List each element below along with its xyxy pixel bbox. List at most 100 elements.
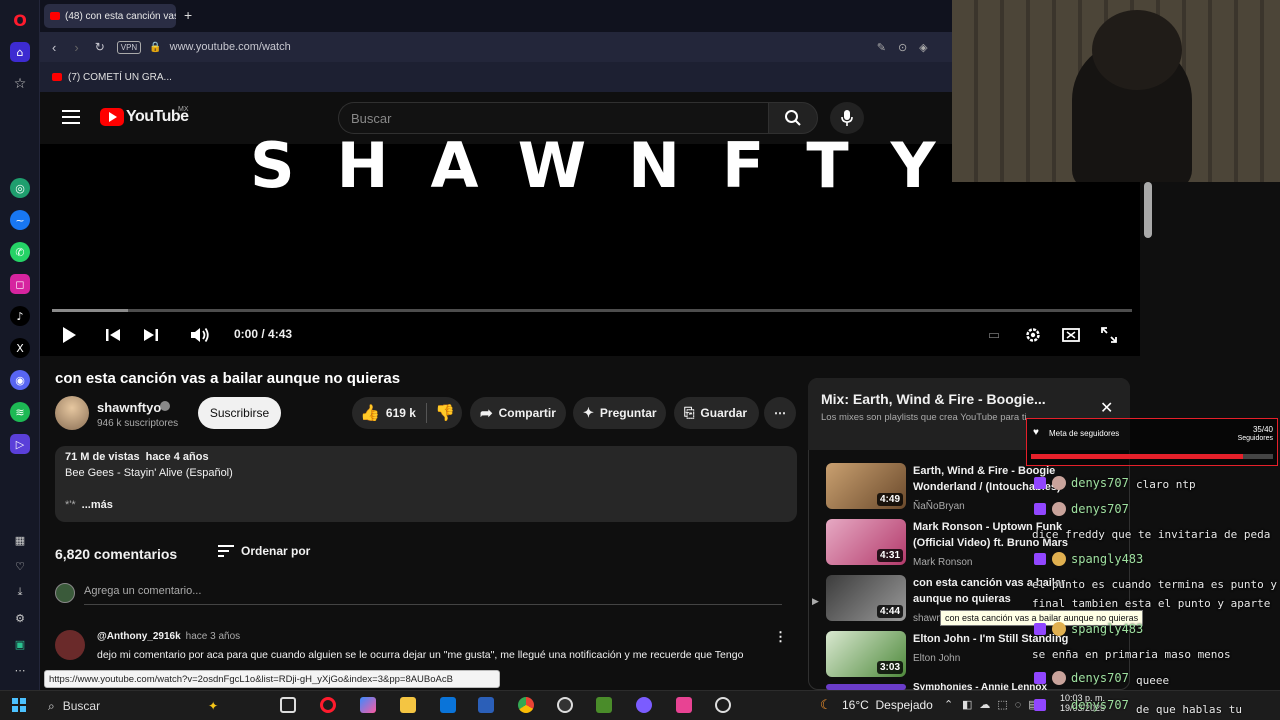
- show-more-link[interactable]: ...más: [82, 499, 113, 511]
- file-explorer-icon[interactable]: [400, 697, 416, 713]
- x-twitter-icon[interactable]: X: [10, 338, 30, 358]
- messenger-icon[interactable]: ~: [10, 210, 30, 230]
- miniplayer-button[interactable]: [1060, 324, 1082, 346]
- sparkle-icon: ✦: [583, 405, 594, 420]
- discord-taskbar-icon[interactable]: [636, 697, 652, 713]
- search-input[interactable]: Buscar: [338, 102, 768, 134]
- chat-avatar: [1052, 476, 1066, 490]
- extension-icon[interactable]: ▣: [10, 634, 30, 654]
- taskbar-search[interactable]: ⌕ Buscar ✦: [40, 692, 240, 720]
- subscribe-button[interactable]: Suscribirse: [198, 397, 281, 429]
- thumbs-down-icon[interactable]: 👎: [435, 403, 455, 423]
- chat-username: denys707: [1071, 476, 1129, 490]
- playlist-item-title[interactable]: Symphonies - Annie Lennox: [913, 683, 1093, 690]
- channel-name[interactable]: shawnftyo: [97, 400, 161, 415]
- workspaces-icon[interactable]: ▦: [10, 530, 30, 550]
- copilot-app-icon[interactable]: [360, 697, 376, 713]
- play-button[interactable]: [58, 324, 80, 346]
- bookmark-item[interactable]: (7) COMETÍ UN GRA...: [68, 72, 172, 83]
- settings-button[interactable]: [1022, 324, 1044, 346]
- playlist-thumbnail-current[interactable]: 4:44: [826, 575, 906, 621]
- sort-button[interactable]: Ordenar por: [241, 544, 310, 558]
- close-playlist-icon[interactable]: ✕: [1100, 398, 1113, 418]
- like-count[interactable]: 619 k: [386, 406, 416, 420]
- whatsapp-icon[interactable]: ✆: [10, 242, 30, 262]
- next-button[interactable]: [140, 324, 162, 346]
- save-button[interactable]: ⎘ Guardar: [674, 397, 759, 429]
- youtube-logo-icon[interactable]: [100, 108, 124, 126]
- playlist-item-title[interactable]: Earth, Wind & Fire - Boogie Wonderland /…: [913, 463, 1093, 495]
- instagram-icon[interactable]: ◻: [10, 274, 30, 294]
- hamburger-menu-icon[interactable]: [62, 108, 80, 124]
- sort-icon[interactable]: [218, 545, 234, 557]
- windows-start-icon[interactable]: [12, 698, 26, 712]
- tray-chevron-icon[interactable]: ⌃: [944, 698, 953, 711]
- playlist-thumbnail[interactable]: 4:49: [826, 463, 906, 509]
- task-view-icon[interactable]: [280, 697, 296, 713]
- camera-icon[interactable]: ⊙: [898, 41, 907, 54]
- settings-gear-icon[interactable]: ⚙: [10, 608, 30, 628]
- tab-youtube[interactable]: (48) con esta canción vas: [44, 4, 176, 28]
- channel-avatar[interactable]: [55, 396, 89, 430]
- new-tab-plus-icon[interactable]: +: [184, 8, 198, 22]
- fullscreen-button[interactable]: [1098, 324, 1120, 346]
- page-scrollbar[interactable]: [1144, 182, 1152, 238]
- like-dislike-group: 👍 619 k 👎: [352, 397, 462, 429]
- tiktok-icon[interactable]: ♪: [10, 306, 30, 326]
- comment-author[interactable]: @Anthony_2916k: [97, 631, 181, 642]
- heart-icon[interactable]: ♡: [10, 556, 30, 576]
- forward-icon[interactable]: ›: [74, 40, 78, 55]
- duration-badge: 4:49: [876, 493, 903, 506]
- follower-goal-widget: ♥ Meta de seguidores 35/40 Seguidores: [1026, 418, 1278, 466]
- opera-taskbar-icon[interactable]: [320, 697, 336, 713]
- minecraft-icon[interactable]: [596, 697, 612, 713]
- playlist-thumbnail[interactable]: 3:03: [826, 631, 906, 677]
- spotify-icon[interactable]: ≋: [10, 402, 30, 422]
- comment-age: hace 3 años: [185, 631, 241, 642]
- app-icon[interactable]: [676, 697, 692, 713]
- vpn-badge[interactable]: VPN: [116, 40, 142, 54]
- previous-button[interactable]: [102, 324, 124, 346]
- thumbs-up-icon[interactable]: 👍: [360, 403, 380, 423]
- reload-icon[interactable]: ↻: [95, 40, 105, 54]
- progress-bar[interactable]: [52, 309, 1132, 312]
- playlist-item-title[interactable]: Elton John - I'm Still Standing: [913, 631, 1093, 647]
- url-field[interactable]: www.youtube.com/watch: [170, 41, 291, 53]
- tab-bar: [40, 0, 952, 32]
- chatgpt-icon[interactable]: ◎: [10, 178, 30, 198]
- add-comment-input[interactable]: Agrega un comentario...: [84, 585, 201, 597]
- chat-username: spangly483: [1071, 552, 1144, 566]
- share-button[interactable]: ➦ Compartir: [470, 397, 566, 429]
- ask-button[interactable]: ✦ Preguntar: [573, 397, 666, 429]
- shield-icon[interactable]: ◈: [919, 41, 927, 54]
- chrome-icon[interactable]: [518, 697, 534, 713]
- commenter-avatar[interactable]: [55, 630, 85, 660]
- edit-icon[interactable]: ✎: [877, 41, 886, 54]
- volume-button[interactable]: [188, 324, 212, 346]
- word-icon[interactable]: [478, 697, 494, 713]
- player-icon[interactable]: ▷: [10, 434, 30, 454]
- address-bar: ‹ › ↻ VPN 🔒 www.youtube.com/watch ✎ ⊙ ◈: [40, 32, 952, 62]
- comment-menu-icon[interactable]: ⋮: [774, 629, 787, 645]
- search-button[interactable]: [768, 102, 818, 134]
- obs-icon[interactable]: [715, 697, 731, 713]
- microphone-icon: [841, 110, 853, 126]
- more-actions-button[interactable]: ⋯: [764, 397, 796, 429]
- chat-message: final tambien esta el punto y aparte: [1032, 597, 1271, 610]
- media-player-icon[interactable]: [557, 697, 573, 713]
- store-icon[interactable]: [440, 697, 456, 713]
- downloads-icon[interactable]: ⤓: [10, 582, 30, 602]
- playlist-title[interactable]: Mix: Earth, Wind & Fire - Boogie...: [821, 391, 1071, 407]
- home-icon[interactable]: ⌂: [10, 42, 30, 62]
- country-code: MX: [178, 106, 189, 113]
- opera-logo-icon[interactable]: O: [10, 10, 30, 30]
- playlist-thumbnail[interactable]: 4:31: [826, 519, 906, 565]
- subtitles-icon[interactable]: ▭: [984, 326, 1004, 344]
- star-icon[interactable]: ☆: [10, 74, 30, 94]
- chat-username: denys707: [1071, 671, 1129, 685]
- back-icon[interactable]: ‹: [52, 40, 56, 55]
- weather-text[interactable]: 16°C Despejado: [842, 698, 933, 712]
- discord-icon[interactable]: ◉: [10, 370, 30, 390]
- more-icon[interactable]: ⋯: [10, 660, 30, 680]
- voice-search-button[interactable]: [830, 102, 864, 134]
